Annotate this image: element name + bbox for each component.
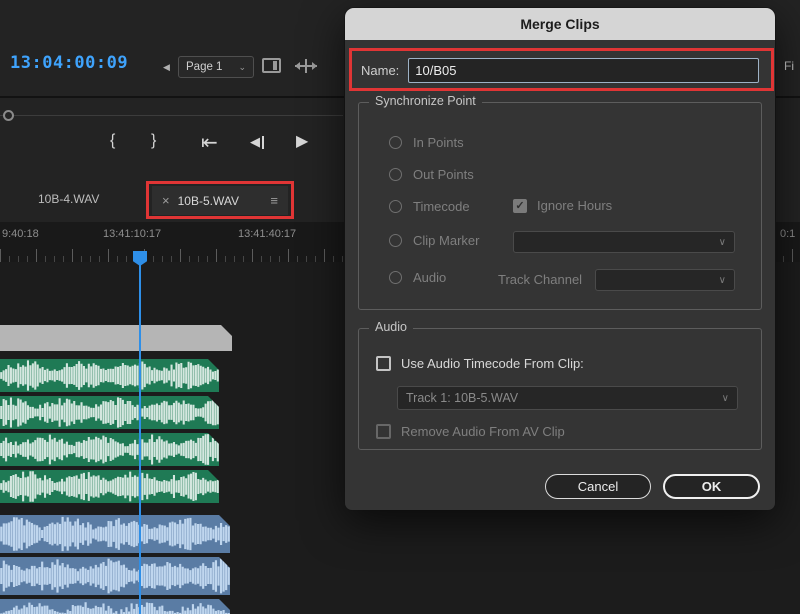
checkbox-label: Ignore Hours (537, 198, 612, 213)
radio-audio[interactable]: Audio (389, 270, 446, 285)
ruler-label: 0:1 (780, 228, 795, 240)
trim-align-icon[interactable] (294, 57, 318, 75)
radio-icon (389, 168, 402, 181)
group-label: Audio (369, 320, 413, 334)
waveform (0, 433, 219, 466)
page-prev-icon[interactable]: ◀ (163, 62, 170, 73)
radio-in-points[interactable]: In Points (389, 135, 464, 150)
ok-button[interactable]: OK (663, 474, 760, 499)
ruler-label: 9:40:18 (2, 228, 39, 240)
track-channel-dropdown[interactable]: ∨ (595, 269, 735, 291)
mark-out-button[interactable]: } (151, 132, 156, 150)
go-to-in-button[interactable]: ⇤ (201, 130, 218, 155)
waveform (0, 515, 230, 553)
tab-label: 10B-5.WAV (178, 194, 239, 208)
chevron-down-icon: ∨ (722, 393, 729, 404)
radio-label: Timecode (413, 199, 470, 214)
panel-menu-icon[interactable]: ≡ (270, 193, 278, 208)
name-row: Name: (361, 58, 759, 83)
radio-icon (389, 200, 402, 213)
page-select-dropdown[interactable]: Page 1 ⌄ (178, 56, 254, 78)
waveform (0, 396, 219, 429)
checkbox-icon (376, 356, 391, 371)
radio-icon (389, 234, 402, 247)
name-label: Name: (361, 63, 399, 78)
zoom-scrollbar-track[interactable] (0, 115, 343, 116)
page-select-label: Page 1 (186, 61, 222, 73)
step-back-icon: ◀ (250, 134, 260, 150)
merge-clips-dialog: Merge Clips Name: Synchronize Point In P… (345, 8, 775, 510)
close-icon[interactable]: × (162, 193, 170, 208)
waveform (0, 359, 219, 392)
zoom-scrollbar-knob[interactable] (3, 110, 14, 121)
cancel-button[interactable]: Cancel (545, 474, 651, 499)
waveform (0, 599, 230, 614)
name-input[interactable] (408, 58, 759, 83)
use-audio-timecode-checkbox[interactable]: Use Audio Timecode From Clip: (376, 356, 584, 371)
premiere-workspace: 13:04:00:09 ◀ Page 1 ⌄ Fi { } ⇤ ◀ ▶ 10B-… (0, 0, 800, 614)
radio-timecode[interactable]: Timecode (389, 199, 470, 214)
audio-clip-blue-2[interactable] (0, 557, 230, 595)
playhead-line (139, 252, 141, 614)
group-label: Synchronize Point (369, 94, 482, 108)
radio-icon (389, 136, 402, 149)
mark-in-button[interactable]: { (110, 132, 115, 150)
clip-marker-dropdown[interactable]: ∨ (513, 231, 735, 253)
checkbox-label: Use Audio Timecode From Clip: (401, 356, 584, 371)
synchronize-point-group: Synchronize Point In Points Out Points T… (358, 102, 762, 310)
tab-10b-5[interactable]: × 10B-5.WAV ≡ (152, 186, 288, 215)
audio-clip-green-4[interactable] (0, 470, 219, 503)
audio-clip-blue-1[interactable] (0, 515, 230, 553)
chevron-down-icon: ∨ (719, 275, 726, 286)
checkbox-icon (376, 424, 391, 439)
audio-clip-green-3[interactable] (0, 433, 219, 466)
radio-label: In Points (413, 135, 464, 150)
remove-audio-checkbox[interactable]: Remove Audio From AV Clip (376, 424, 565, 439)
ignore-hours-checkbox[interactable]: ✓ Ignore Hours (513, 198, 612, 213)
play-button[interactable]: ▶ (296, 131, 308, 151)
radio-label: Audio (413, 270, 446, 285)
step-back-button[interactable]: ◀ (250, 134, 264, 150)
checkbox-checked-icon: ✓ (513, 199, 527, 213)
checkbox-label: Remove Audio From AV Clip (401, 424, 565, 439)
radio-label: Clip Marker (413, 233, 479, 248)
radio-label: Out Points (413, 167, 474, 182)
radio-icon (389, 271, 402, 284)
radio-out-points[interactable]: Out Points (389, 167, 474, 182)
source-timecode[interactable]: 13:04:00:09 (10, 53, 128, 73)
audio-clip-blue-3[interactable] (0, 599, 230, 614)
dialog-title: Merge Clips (345, 8, 775, 40)
ruler-label: 13:41:10:17 (103, 228, 161, 240)
fit-dropdown-partial[interactable]: Fi (784, 59, 794, 73)
track-channel-label: Track Channel (498, 272, 582, 287)
radio-clip-marker[interactable]: Clip Marker (389, 233, 479, 248)
panel-icon[interactable] (262, 58, 281, 73)
audio-clip-green-2[interactable] (0, 396, 219, 429)
step-back-bar (262, 136, 264, 149)
tab-10b-4[interactable]: 10B-4.WAV (38, 192, 99, 206)
chevron-down-icon: ⌄ (238, 62, 246, 73)
dropdown-value: Track 1: 10B-5.WAV (406, 391, 518, 405)
chevron-down-icon: ∨ (719, 237, 726, 248)
waveform (0, 557, 230, 595)
audio-group: Audio Use Audio Timecode From Clip: Trac… (358, 328, 762, 450)
audio-track-dropdown[interactable]: Track 1: 10B-5.WAV ∨ (397, 386, 738, 410)
audio-clip-green-1[interactable] (0, 359, 219, 392)
ruler-label: 13:41:40:17 (238, 228, 296, 240)
waveform (0, 470, 219, 503)
video-clip[interactable] (0, 325, 232, 351)
